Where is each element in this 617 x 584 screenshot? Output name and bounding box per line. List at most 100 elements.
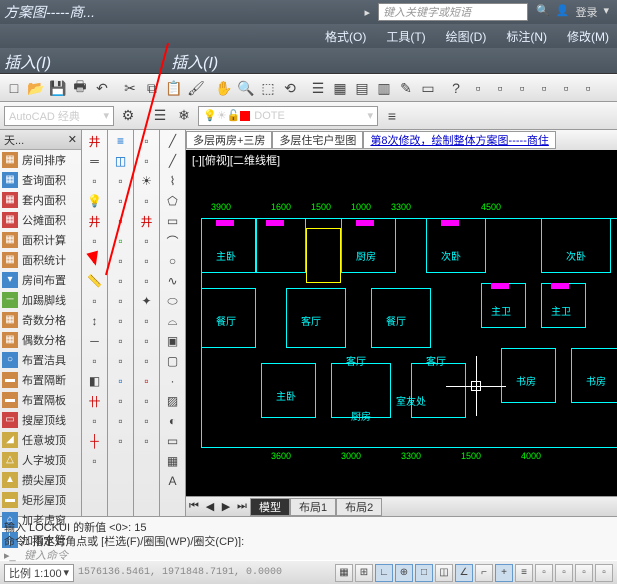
tool-partition[interactable]: ▬布置隔断 bbox=[0, 370, 81, 390]
col-icon-9[interactable]: 卄 bbox=[85, 392, 105, 410]
tpy-toggle[interactable]: ▫ bbox=[535, 564, 553, 582]
menu-draw[interactable]: 绘图(D) bbox=[446, 28, 487, 45]
login-link[interactable]: 登录 bbox=[575, 4, 597, 20]
layer-state-icon[interactable]: ❄ bbox=[174, 106, 194, 126]
tool-palette-icon[interactable]: ▤ bbox=[352, 78, 372, 98]
tool-even-grid[interactable]: ▦偶数分格 bbox=[0, 330, 81, 350]
tool-skirting[interactable]: ─加踢脚线 bbox=[0, 290, 81, 310]
command-input[interactable]: 键入命令 bbox=[24, 547, 613, 563]
insert-label-2[interactable]: 插入(I) bbox=[171, 49, 218, 73]
col3-icon-13[interactable]: ▫ bbox=[137, 372, 157, 390]
col-icon-4[interactable]: ▫ bbox=[85, 292, 105, 310]
open-icon[interactable]: 📂 bbox=[26, 78, 46, 98]
tab-nav-prev[interactable]: ◀ bbox=[202, 500, 218, 513]
file-tab-1[interactable]: 多层两房+三房 bbox=[186, 131, 272, 149]
tool-shared-area[interactable]: ▦公摊面积 bbox=[0, 210, 81, 230]
wall-icon[interactable]: ═ bbox=[85, 152, 105, 170]
calc-icon[interactable]: ▭ bbox=[418, 78, 438, 98]
lwt-toggle[interactable]: ≡ bbox=[515, 564, 533, 582]
col3-icon-6[interactable]: ▫ bbox=[137, 232, 157, 250]
col-icon-12[interactable]: ▫ bbox=[85, 452, 105, 470]
col3-icon-15[interactable]: ▫ bbox=[137, 412, 157, 430]
workspace-combo[interactable]: AutoCAD 经典 ▾ bbox=[4, 106, 114, 126]
view-label[interactable]: [-][俯视][二维线框] bbox=[186, 150, 617, 168]
tool-inner-area[interactable]: ▦套内面积 bbox=[0, 190, 81, 210]
ruler-icon[interactable]: 📏 bbox=[85, 272, 105, 290]
tab-nav-first[interactable]: ⏮ bbox=[186, 500, 202, 513]
col3-icon-12[interactable]: ▫ bbox=[137, 352, 157, 370]
col2-icon-11[interactable]: ▫ bbox=[111, 372, 131, 390]
tool-calc-area[interactable]: ▦面积计算 bbox=[0, 230, 81, 250]
menu-modify[interactable]: 修改(M) bbox=[567, 28, 609, 45]
hatch-icon[interactable]: ▨ bbox=[163, 392, 183, 410]
grid2-icon[interactable]: 井 bbox=[85, 212, 105, 230]
grid-toggle[interactable]: ⊞ bbox=[355, 564, 373, 582]
tool-fixtures[interactable]: ○布置洁具 bbox=[0, 350, 81, 370]
tb-extra-3[interactable]: ▫ bbox=[512, 78, 532, 98]
col2-icon-5[interactable]: ▫ bbox=[111, 252, 131, 270]
make-block-icon[interactable]: ▢ bbox=[163, 352, 183, 370]
file-tab-link[interactable]: 第8次修改，绘制整体方案图-----商住 bbox=[363, 131, 555, 149]
menu-format[interactable]: 格式(O) bbox=[325, 28, 366, 45]
col3-icon-10[interactable]: ▫ bbox=[137, 312, 157, 330]
col3-icon-4[interactable]: ▫ bbox=[137, 192, 157, 210]
paste-icon[interactable]: 📋 bbox=[164, 78, 184, 98]
binoculars-icon[interactable]: 🔍 bbox=[536, 4, 550, 20]
col-icon-10[interactable]: ▫ bbox=[85, 412, 105, 430]
col-icon-6[interactable]: ─ bbox=[85, 332, 105, 350]
col2-icon-8[interactable]: ▫ bbox=[111, 312, 131, 330]
text-icon[interactable]: A bbox=[163, 472, 183, 490]
bulb-icon[interactable]: 💡 bbox=[85, 192, 105, 210]
search-input[interactable]: 键入关键字或短语 bbox=[378, 3, 528, 21]
zoom-prev-icon[interactable]: ⟲ bbox=[280, 78, 300, 98]
user-icon[interactable]: 👤 bbox=[556, 4, 570, 20]
tool-roof-line[interactable]: ▭搜屋顶线 bbox=[0, 410, 81, 430]
otrack-toggle[interactable]: ∠ bbox=[455, 564, 473, 582]
line-icon[interactable]: ╱ bbox=[163, 132, 183, 150]
polygon-icon[interactable]: ⬠ bbox=[163, 192, 183, 210]
col3-icon-7[interactable]: ▫ bbox=[137, 252, 157, 270]
col2-icon-10[interactable]: ▫ bbox=[111, 352, 131, 370]
layout-tab-1[interactable]: 布局1 bbox=[290, 498, 336, 516]
file-tab-2[interactable]: 多层住宅户型图 bbox=[272, 131, 363, 149]
spline-icon[interactable]: ∿ bbox=[163, 272, 183, 290]
col2-icon-9[interactable]: ▫ bbox=[111, 332, 131, 350]
grid-icon[interactable]: 井 bbox=[85, 132, 105, 150]
col3-icon-11[interactable]: ▫ bbox=[137, 332, 157, 350]
col-icon-1[interactable]: ▫ bbox=[85, 172, 105, 190]
infocenter-arrow-icon[interactable]: ▸ bbox=[365, 6, 371, 19]
tb-extra-6[interactable]: ▫ bbox=[578, 78, 598, 98]
workspace-gear-icon[interactable]: ⚙ bbox=[118, 106, 138, 126]
tb-extra-4[interactable]: ▫ bbox=[534, 78, 554, 98]
ellipse-arc-icon[interactable]: ⌓ bbox=[163, 312, 183, 330]
col-icon-5[interactable]: ↕ bbox=[85, 312, 105, 330]
tb-extra-5[interactable]: ▫ bbox=[556, 78, 576, 98]
ellipse-icon[interactable]: ⬭ bbox=[163, 292, 183, 310]
arc-icon[interactable]: ⌒ bbox=[163, 232, 183, 250]
table-icon[interactable]: ▦ bbox=[163, 452, 183, 470]
col-icon-7[interactable]: ▫ bbox=[85, 352, 105, 370]
col3-icon-9[interactable]: ✦ bbox=[137, 292, 157, 310]
col-icon-8[interactable]: ◧ bbox=[85, 372, 105, 390]
new-icon[interactable]: □ bbox=[4, 78, 24, 98]
tool-rect-roof[interactable]: ▬矩形屋顶 bbox=[0, 490, 81, 510]
col3-icon-3[interactable]: ☀ bbox=[137, 172, 157, 190]
close-icon[interactable]: ✕ bbox=[68, 133, 77, 146]
insert-block-icon[interactable]: ▣ bbox=[163, 332, 183, 350]
tb-extra-2[interactable]: ▫ bbox=[490, 78, 510, 98]
col3-icon-14[interactable]: ▫ bbox=[137, 392, 157, 410]
tb-extra-1[interactable]: ▫ bbox=[468, 78, 488, 98]
tab-nav-next[interactable]: ▶ bbox=[218, 500, 234, 513]
col3-icon-2[interactable]: ▫ bbox=[137, 152, 157, 170]
tool-room-sort[interactable]: ▦房间排序 bbox=[0, 150, 81, 170]
ortho-toggle[interactable]: ∟ bbox=[375, 564, 393, 582]
help-icon[interactable]: ? bbox=[446, 78, 466, 98]
layer-prev-icon[interactable]: ≡ bbox=[382, 106, 402, 126]
tab-nav-last[interactable]: ⏭ bbox=[234, 500, 250, 513]
col3-icon-5[interactable]: 井 bbox=[137, 212, 157, 230]
design-center-icon[interactable]: ▦ bbox=[330, 78, 350, 98]
tool-baffle[interactable]: ▬布置隔板 bbox=[0, 390, 81, 410]
circle-icon[interactable]: ○ bbox=[163, 252, 183, 270]
tool-gable-slope[interactable]: △人字坡顶 bbox=[0, 450, 81, 470]
sc-toggle[interactable]: ▫ bbox=[575, 564, 593, 582]
